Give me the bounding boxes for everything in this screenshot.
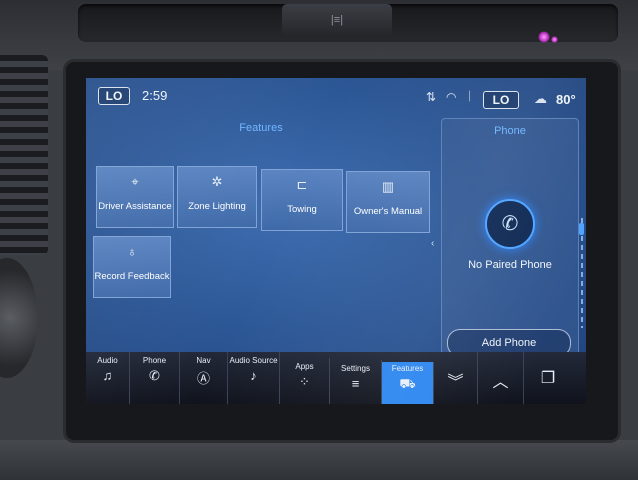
chevron-down-icon: ︾ [447, 374, 464, 391]
nav-label: Apps [295, 362, 314, 371]
zone-lighting-tile[interactable]: ✲ Zone Lighting [177, 166, 257, 228]
chevron-left-icon: ‹ [431, 238, 435, 249]
scrollbar-thumb[interactable] [579, 223, 584, 235]
nav-nav[interactable]: Nav Ⓐ [180, 352, 228, 404]
weather-icon: ☁ [534, 91, 547, 106]
nav-label: Audio Source [229, 356, 278, 365]
music-note-icon: ♫ [102, 368, 113, 383]
air-vent [0, 55, 48, 255]
nav-apps[interactable]: Apps ⁘ [280, 358, 330, 404]
nav-label: Settings [341, 364, 370, 373]
nav-audio[interactable]: Audio ♫ [86, 352, 130, 404]
nav-features[interactable]: Features ⛟ [382, 362, 434, 404]
indicator-led [538, 31, 550, 43]
audio-source-icon: ♪ [250, 368, 257, 383]
no-paired-phone-text: No Paired Phone [468, 259, 552, 271]
hazard-button[interactable]: |≡| [282, 4, 392, 36]
phone-panel: Phone ✆ No Paired Phone Add Phone [441, 118, 579, 386]
tile-label: Zone Lighting [188, 201, 246, 212]
outside-temperature: 80° [556, 92, 576, 107]
dashboard-bottom [0, 440, 638, 480]
trailer-icon: ⊏ [296, 177, 308, 192]
nav-label: Nav [196, 356, 211, 365]
driver-assistance-tile[interactable]: ⌖ Driver Assistance [96, 166, 174, 228]
tile-label: Owner's Manual [353, 206, 423, 217]
tile-label: Towing [287, 204, 317, 215]
window-switch-button[interactable]: ❐ [524, 352, 572, 404]
phone-icon: ✆ [149, 368, 160, 383]
owners-manual-tile[interactable]: ▥ Owner's Manual [346, 171, 430, 233]
wifi-icon: ◠ [446, 90, 457, 104]
indicator-led-small [551, 36, 558, 43]
microphone-icon: ♁ [127, 244, 137, 259]
manual-icon: ▥ [381, 179, 395, 194]
driver-temp-button[interactable]: LO [98, 87, 130, 105]
phone-panel-title: Phone [494, 125, 526, 137]
divider: | [468, 88, 472, 102]
navigation-icon: Ⓐ [196, 371, 210, 386]
apps-grid-icon: ⁘ [299, 374, 310, 389]
zone-lighting-icon: ✲ [211, 174, 223, 189]
chevron-up-button[interactable]: ︿ [478, 352, 524, 404]
settings-sliders-icon: ≡ [351, 376, 360, 391]
clock: 2:59 [142, 88, 168, 103]
tile-label: Driver Assistance [98, 201, 172, 212]
phone-icon[interactable]: ✆ [485, 199, 535, 249]
passenger-temp-button[interactable]: LO [483, 91, 519, 109]
tile-label: Record Feedback [94, 271, 170, 282]
chevron-up-icon: ︿ [492, 374, 509, 391]
truck-icon: ⛟ [399, 376, 416, 391]
infotainment-screen: LO 2:59 ⇅ ◠ | LO ☁ 80° Features ⌖ Driver… [86, 78, 586, 404]
vent-knob[interactable] [0, 258, 38, 378]
chevron-down-button[interactable]: ︾ [434, 352, 478, 404]
nav-settings[interactable]: Settings ≡ [330, 360, 382, 404]
record-feedback-tile[interactable]: ♁ Record Feedback [93, 236, 171, 298]
nav-label: Phone [142, 356, 167, 365]
dashboard-top: |≡| [0, 0, 638, 70]
nav-label: Features [391, 364, 424, 373]
copy-windows-icon: ❐ [540, 370, 556, 387]
signal-icon: ⇅ [426, 90, 437, 104]
towing-tile[interactable]: ⊏ Towing [261, 169, 343, 231]
driver-assist-icon: ⌖ [131, 174, 139, 189]
bottom-nav-bar: Audio ♫ Phone ✆ Nav Ⓐ Audio Source ♪ App… [86, 352, 586, 404]
features-title: Features [239, 122, 283, 134]
nav-audio-source[interactable]: Audio Source ♪ [228, 352, 280, 404]
nav-label: Audio [97, 356, 118, 365]
nav-phone[interactable]: Phone ✆ [130, 352, 180, 404]
